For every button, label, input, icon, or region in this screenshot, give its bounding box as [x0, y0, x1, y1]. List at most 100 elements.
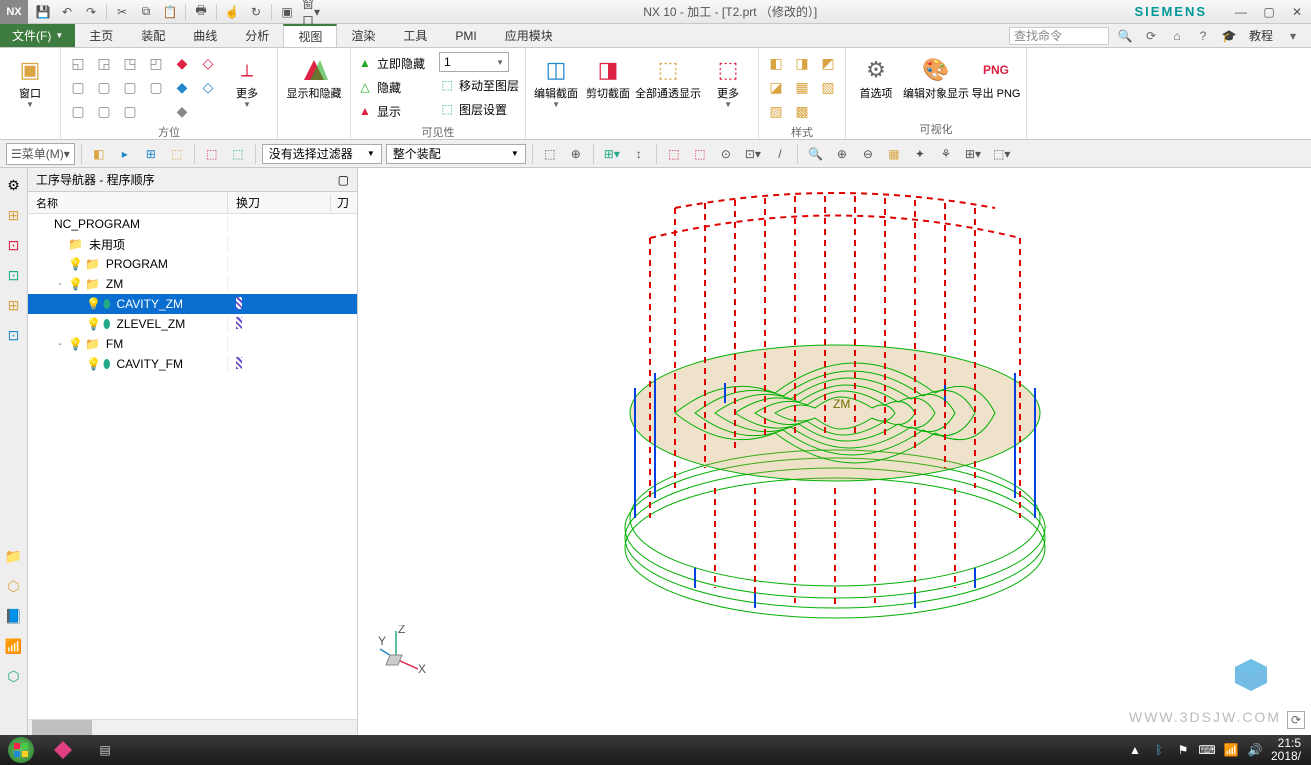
- tray-input-icon[interactable]: ⌨: [1199, 742, 1215, 758]
- rb-icon[interactable]: ⊡: [3, 264, 25, 286]
- tree-row[interactable]: 💡⬮ZLEVEL_ZM: [28, 314, 357, 334]
- rb-icon[interactable]: ⬡: [3, 575, 25, 597]
- graphics-viewport[interactable]: ZM Z X Y WWW.3DSJW.COM ⟳: [358, 168, 1311, 735]
- home-icon[interactable]: ⌂: [1167, 26, 1187, 46]
- minimize-button[interactable]: —: [1227, 0, 1255, 24]
- rb-settings-icon[interactable]: ⚙: [3, 174, 25, 196]
- tray-bluetooth-icon[interactable]: ᛒ: [1151, 742, 1167, 758]
- more-button[interactable]: ⬚更多▼: [704, 52, 752, 111]
- tb-icon[interactable]: ⊖: [857, 143, 879, 165]
- tree-row[interactable]: 💡⬮CAVITY_ZM: [28, 294, 357, 314]
- view-icon[interactable]: ▢: [119, 76, 141, 98]
- col-name[interactable]: 名称: [28, 192, 228, 213]
- rb-icon[interactable]: 📘: [3, 605, 25, 627]
- window-dropdown[interactable]: 窗口▾: [302, 3, 320, 21]
- tb-icon[interactable]: ⬚▾: [989, 143, 1014, 165]
- file-menu[interactable]: 文件(F)▼: [0, 24, 75, 47]
- tray-action-icon[interactable]: ⚑: [1175, 742, 1191, 758]
- view-icon[interactable]: ▢: [93, 76, 115, 98]
- tb-icon[interactable]: ⊕: [831, 143, 853, 165]
- tree-row[interactable]: NC_PROGRAM: [28, 214, 357, 234]
- preferences-button[interactable]: ⚙首选项: [852, 52, 900, 102]
- tb-icon[interactable]: ⊞▾: [600, 143, 624, 165]
- tray-volume-icon[interactable]: 🔊: [1247, 742, 1263, 758]
- view-icon[interactable]: ◲: [93, 52, 115, 74]
- export-png-button[interactable]: PNG 导出 PNG: [972, 52, 1020, 102]
- tb-icon[interactable]: ⊕: [565, 143, 587, 165]
- tb-icon[interactable]: ⊙: [715, 143, 737, 165]
- maximize-button[interactable]: ▢: [1255, 0, 1283, 24]
- tb-icon[interactable]: ⬚: [689, 143, 711, 165]
- close-button[interactable]: ✕: [1283, 0, 1311, 24]
- tree-row[interactable]: 📁未用项: [28, 234, 357, 254]
- tutorial-link[interactable]: 教程: [1245, 27, 1277, 44]
- style-icon[interactable]: ▨: [765, 100, 787, 122]
- tb-icon[interactable]: ⊞▾: [961, 143, 985, 165]
- touch-icon[interactable]: ☝: [223, 3, 241, 21]
- show[interactable]: ▲显示: [357, 100, 425, 122]
- tab-pmi[interactable]: PMI: [441, 24, 490, 47]
- tab-view[interactable]: 视图: [283, 24, 337, 47]
- style-icon[interactable]: ◩: [817, 52, 839, 74]
- orient-icon[interactable]: ◇: [197, 76, 219, 98]
- tb-icon[interactable]: ✦: [909, 143, 931, 165]
- view-icon[interactable]: ◳: [119, 52, 141, 74]
- view-icon[interactable]: ▢: [67, 76, 89, 98]
- repeat-icon[interactable]: ↻: [247, 3, 265, 21]
- rb-nav-icon[interactable]: ⊞: [3, 204, 25, 226]
- taskbar-app[interactable]: [42, 735, 84, 765]
- layer-combo[interactable]: 1▼: [439, 52, 509, 72]
- rb-icon[interactable]: ⊡: [3, 324, 25, 346]
- window-button[interactable]: ▣ 窗口 ▼: [6, 52, 54, 111]
- tb-icon[interactable]: /: [769, 143, 791, 165]
- copy-icon[interactable]: ⧉: [137, 3, 155, 21]
- clip-section-button[interactable]: ◨剪切截面: [584, 52, 632, 102]
- tab-tools[interactable]: 工具: [389, 24, 441, 47]
- minimize-ribbon-icon[interactable]: ▾: [1283, 26, 1303, 46]
- tb-icon[interactable]: ⬚: [227, 143, 249, 165]
- layer-settings[interactable]: ⬚图层设置: [439, 98, 519, 120]
- filter-combo[interactable]: 没有选择过滤器▼: [262, 144, 382, 164]
- tree-row[interactable]: 💡📁PROGRAM: [28, 254, 357, 274]
- tree-row[interactable]: -💡📁FM: [28, 334, 357, 354]
- help-icon[interactable]: ?: [1193, 26, 1213, 46]
- col-toolchange[interactable]: 换刀刀: [228, 192, 357, 213]
- recent-icon[interactable]: ⟳: [1141, 26, 1161, 46]
- view-icon[interactable]: ▢: [67, 100, 89, 122]
- window-icon[interactable]: ▣: [278, 3, 296, 21]
- tab-assembly[interactable]: 装配: [127, 24, 179, 47]
- style-icon[interactable]: ◪: [765, 76, 787, 98]
- start-button[interactable]: [0, 735, 42, 765]
- orient-icon[interactable]: ◆: [171, 52, 193, 74]
- style-icon[interactable]: ▧: [817, 76, 839, 98]
- rb-icon[interactable]: ⬡: [3, 665, 25, 687]
- hide[interactable]: △隐藏: [357, 76, 425, 98]
- hide-immediate[interactable]: ▲立即隐藏: [357, 52, 425, 74]
- view-icon[interactable]: ▢: [93, 100, 115, 122]
- undo-icon[interactable]: ↶: [58, 3, 76, 21]
- view-icon[interactable]: ◱: [67, 52, 89, 74]
- search-icon[interactable]: 🔍: [1115, 26, 1135, 46]
- style-icon[interactable]: ▩: [791, 100, 813, 122]
- view-icon[interactable]: ▢: [145, 76, 167, 98]
- orient-icon[interactable]: ◆: [171, 100, 193, 122]
- rb-icon[interactable]: ⊞: [3, 294, 25, 316]
- rb-icon[interactable]: 📶: [3, 635, 25, 657]
- tb-icon[interactable]: ⬚: [166, 143, 188, 165]
- nav-tree[interactable]: NC_PROGRAM📁未用项💡📁PROGRAM-💡📁ZM💡⬮CAVITY_ZM💡…: [28, 214, 357, 719]
- move-to-layer[interactable]: ⬚移动至图层: [439, 74, 519, 96]
- show-hide-button[interactable]: 显示和隐藏: [284, 52, 344, 102]
- cut-icon[interactable]: ✂: [113, 3, 131, 21]
- tab-analysis[interactable]: 分析: [231, 24, 283, 47]
- style-icon[interactable]: ◨: [791, 52, 813, 74]
- tb-icon[interactable]: ▸: [114, 143, 136, 165]
- tray-network-icon[interactable]: 📶: [1223, 742, 1239, 758]
- tb-icon[interactable]: ⚘: [935, 143, 957, 165]
- more-button[interactable]: ⟂ 更多 ▼: [223, 52, 271, 111]
- seethrough-button[interactable]: ⬚全部通透显示: [636, 52, 700, 102]
- tb-icon[interactable]: ⊡▾: [741, 143, 765, 165]
- tb-icon[interactable]: ⬚: [539, 143, 561, 165]
- save-icon[interactable]: 💾: [34, 3, 52, 21]
- tb-icon[interactable]: ⊞: [140, 143, 162, 165]
- tb-icon[interactable]: ↕: [628, 143, 650, 165]
